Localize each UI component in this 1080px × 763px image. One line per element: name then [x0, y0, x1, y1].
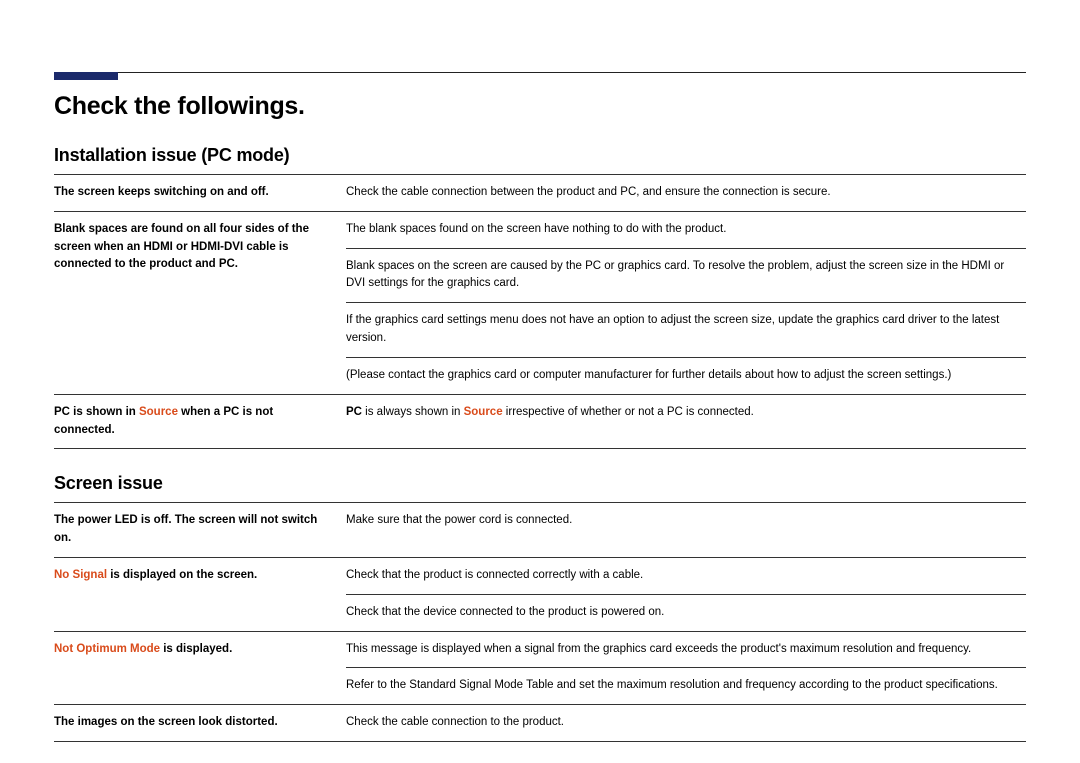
solution-line: This message is displayed when a signal …: [346, 641, 1026, 659]
issue-label: Not Optimum Mode is displayed.: [54, 631, 346, 705]
solution-line: Check that the product is connected corr…: [346, 567, 1026, 585]
table-row: The power LED is off. The screen will no…: [54, 503, 1026, 558]
issue-label: No Signal is displayed on the screen.: [54, 557, 346, 631]
installation-table: The screen keeps switching on and off. C…: [54, 174, 1026, 449]
screen-table: The power LED is off. The screen will no…: [54, 502, 1026, 742]
solution-line: If the graphics card settings menu does …: [346, 302, 1026, 348]
table-row: The images on the screen look distorted.…: [54, 705, 1026, 742]
page-title: Check the followings.: [54, 92, 1026, 121]
section-heading-screen: Screen issue: [54, 473, 1026, 494]
issue-solution: Check the cable connection between the p…: [346, 175, 1026, 212]
issue-solution: Check that the product is connected corr…: [346, 557, 1026, 631]
header-tab-mark: [54, 72, 118, 80]
issue-label: PC is shown in Source when a PC is not c…: [54, 394, 346, 449]
solution-line: Check that the device connected to the p…: [346, 594, 1026, 622]
issue-solution: PC is always shown in Source irrespectiv…: [346, 394, 1026, 449]
table-row: The screen keeps switching on and off. C…: [54, 175, 1026, 212]
table-row: Not Optimum Mode is displayed. This mess…: [54, 631, 1026, 705]
table-row: No Signal is displayed on the screen. Ch…: [54, 557, 1026, 631]
solution-line: Refer to the Standard Signal Mode Table …: [346, 667, 1026, 695]
solution-line: (Please contact the graphics card or com…: [346, 357, 1026, 385]
issue-label: Blank spaces are found on all four sides…: [54, 211, 346, 394]
issue-solution: Check the cable connection to the produc…: [346, 705, 1026, 742]
table-row: PC is shown in Source when a PC is not c…: [54, 394, 1026, 449]
issue-label: The screen keeps switching on and off.: [54, 175, 346, 212]
issue-label: The images on the screen look distorted.: [54, 705, 346, 742]
issue-solution: This message is displayed when a signal …: [346, 631, 1026, 705]
solution-line: The blank spaces found on the screen hav…: [346, 221, 1026, 239]
header-rule: [54, 72, 1026, 73]
page-content: Check the followings. Installation issue…: [54, 92, 1026, 742]
table-row: Blank spaces are found on all four sides…: [54, 211, 1026, 394]
issue-solution: Make sure that the power cord is connect…: [346, 503, 1026, 558]
section-heading-installation: Installation issue (PC mode): [54, 145, 1026, 166]
solution-line: Blank spaces on the screen are caused by…: [346, 248, 1026, 294]
issue-label: The power LED is off. The screen will no…: [54, 503, 346, 558]
issue-solution: The blank spaces found on the screen hav…: [346, 211, 1026, 394]
